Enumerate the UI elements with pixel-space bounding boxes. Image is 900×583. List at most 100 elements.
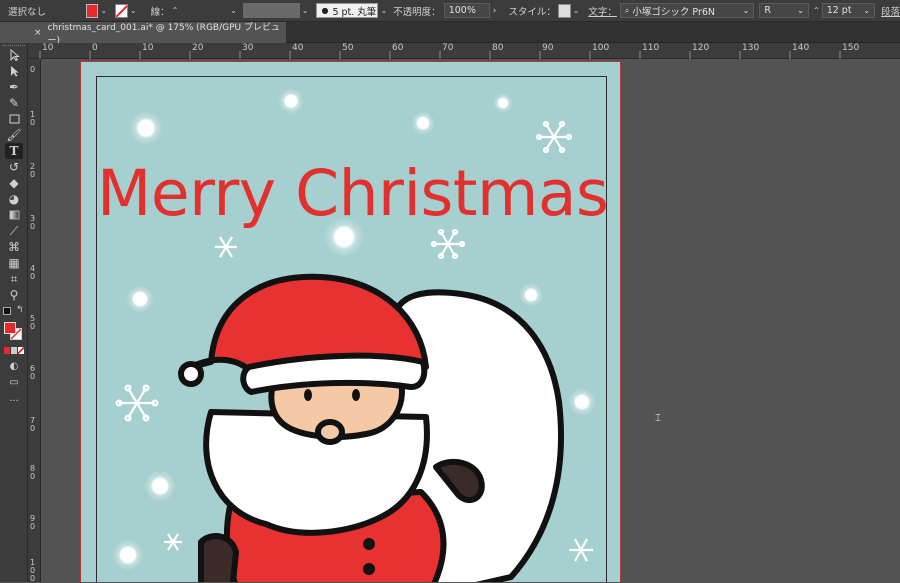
font-family-field[interactable]: ⌕ 小塚ゴシック Pr6N ⌄: [619, 3, 755, 18]
santa-glove-left: [198, 533, 239, 582]
document-title: christmas_card_001.ai* @ 175% (RGB/GPU プ…: [47, 22, 280, 46]
font-size-value: 12 pt: [826, 5, 852, 16]
profile-dropdown-icon[interactable]: ⌄: [302, 6, 309, 15]
ruler-label: 90: [542, 43, 554, 53]
brush-dropdown-icon[interactable]: ⌄: [380, 6, 387, 15]
eyedropper-tool-icon[interactable]: ⟋: [5, 223, 23, 239]
chevron-down-icon: ⌄: [863, 6, 870, 15]
ruler-label: 40: [292, 43, 304, 53]
default-colors-icon[interactable]: [3, 307, 11, 315]
chevron-down-icon: ⌄: [742, 6, 750, 15]
horizontal-ruler[interactable]: 10 0 10 20 30 40 50 60 70 80 90 100 110 …: [28, 43, 900, 59]
chevron-down-icon: ⌄: [797, 6, 804, 15]
eraser-tool-icon[interactable]: ◆: [5, 175, 23, 191]
font-style-field[interactable]: R ⌄: [759, 3, 809, 18]
santa-nose: [315, 419, 345, 445]
curvature-tool-icon[interactable]: ✎: [5, 95, 23, 111]
ruler-label: 0: [30, 65, 36, 74]
paragraph-label[interactable]: 段落: [881, 4, 900, 18]
ruler-label: 7 0: [30, 416, 36, 433]
opacity-label: 不透明度：: [393, 6, 441, 18]
rotate-tool-icon[interactable]: ↺: [5, 159, 23, 175]
style-label: スタイル：: [508, 6, 556, 18]
santa-illustration[interactable]: [81, 62, 622, 582]
stroke-dropdown-icon[interactable]: ⌄: [130, 6, 137, 15]
ruler-label: 10: [142, 43, 154, 53]
type-tool-icon[interactable]: T: [5, 143, 23, 159]
selection-tool-icon[interactable]: [5, 47, 23, 63]
artboard[interactable]: Merry Christmas: [80, 61, 621, 582]
pen-tool-icon[interactable]: ✒: [5, 79, 23, 95]
ruler-label: 2 0: [30, 162, 36, 179]
symbol-sprayer-tool-icon[interactable]: ▦: [5, 255, 23, 271]
ruler-label: 9 0: [30, 514, 36, 531]
stroke-weight-field[interactable]: [180, 3, 229, 18]
font-size-stepper-icon[interactable]: ⌃: [813, 6, 820, 15]
blend-tool-icon[interactable]: ⌘: [5, 239, 23, 255]
ruler-label: 140: [792, 43, 810, 53]
document-tab-bar: × christmas_card_001.ai* @ 175% (RGB/GPU…: [28, 22, 900, 46]
fill-dropdown-icon[interactable]: ⌄: [100, 6, 107, 15]
ruler-label: 1 0 0: [30, 558, 36, 583]
font-size-field[interactable]: 12 pt ⌄: [821, 3, 875, 18]
fill-swatch[interactable]: [4, 322, 16, 334]
brush-definition[interactable]: ● 5 pt. 丸筆: [316, 3, 379, 18]
ruler-label: 5 0: [30, 314, 36, 331]
graphic-style-swatch[interactable]: [557, 3, 571, 18]
stroke-color-swatch[interactable]: [115, 3, 128, 18]
vertical-ruler[interactable]: 0 1 0 2 0 3 0 4 0 5 0 6 0 7 0 8 0 9 0 1 …: [28, 59, 41, 583]
ruler-label: 6 0: [30, 364, 36, 381]
artboard-tool-icon[interactable]: ⌗: [5, 271, 23, 287]
ruler-label: 150: [842, 43, 860, 53]
screen-mode-icon[interactable]: ▭: [5, 375, 23, 391]
ruler-label: 10: [42, 43, 54, 53]
drawing-mode-icon[interactable]: ◐: [5, 359, 23, 375]
horizontal-ruler-ticks: [39, 51, 841, 59]
ruler-label: 4 0: [30, 264, 36, 281]
more-tools-icon[interactable]: ···: [5, 394, 23, 410]
ruler-label: 70: [442, 43, 454, 53]
ruler-label: 80: [492, 43, 504, 53]
hat-pompom: [178, 361, 204, 387]
document-tab[interactable]: × christmas_card_001.ai* @ 175% (RGB/GPU…: [28, 22, 286, 46]
variable-width-profile[interactable]: [242, 3, 300, 18]
ruler-label: 100: [592, 43, 610, 53]
character-label[interactable]: 文字：: [588, 4, 617, 18]
direct-selection-tool-icon[interactable]: [5, 63, 23, 79]
selection-status: 選択なし: [8, 6, 47, 18]
ruler-label: 60: [392, 43, 404, 53]
font-style-value: R: [764, 5, 771, 16]
ruler-label: 3 0: [30, 214, 36, 231]
ruler-label: 30: [242, 43, 254, 53]
ruler-label: 120: [692, 43, 710, 53]
ruler-label: 8 0: [30, 464, 36, 481]
paintbrush-tool-icon[interactable]: 🖌: [5, 127, 23, 143]
canvas[interactable]: Merry Christmas ⌶: [41, 59, 900, 582]
style-dropdown-icon[interactable]: ⌄: [573, 6, 580, 15]
zoom-tool-icon[interactable]: ⚲: [5, 287, 23, 303]
shape-builder-tool-icon[interactable]: ◕: [5, 191, 23, 207]
ruler-label: 0: [92, 43, 98, 53]
gradient-tool-icon[interactable]: [5, 207, 23, 223]
opacity-arrow-icon[interactable]: ›: [493, 6, 497, 16]
opacity-value: 100%: [448, 5, 476, 16]
opacity-field[interactable]: 100%: [443, 3, 490, 18]
close-icon[interactable]: ×: [34, 28, 42, 38]
swap-colors-icon[interactable]: ↰: [16, 305, 24, 315]
ruler-label: 50: [342, 43, 354, 53]
ruler-label: 1 0: [30, 110, 36, 127]
stroke-weight-stepper-icon[interactable]: ⌃: [172, 6, 179, 15]
rectangle-tool-icon[interactable]: [5, 111, 23, 127]
stroke-weight-dropdown-icon[interactable]: ⌄: [230, 6, 237, 15]
type-cursor-icon: ⌶: [655, 413, 661, 424]
search-icon: ⌕: [624, 5, 630, 15]
ruler-label: 110: [642, 43, 660, 53]
color-mode-icon[interactable]: [4, 347, 24, 354]
brush-label: 5 pt. 丸筆: [332, 6, 377, 18]
stroke-label: 線：: [150, 6, 170, 18]
font-family-value: 小塚ゴシック Pr6N: [632, 6, 716, 18]
ruler-label: 130: [742, 43, 760, 53]
fill-color-swatch[interactable]: [85, 3, 99, 18]
tools-panel: ✒ ✎ 🖌 T ↺ ◆ ◕ ⟋ ⌘ ▦ ⌗ ⚲ ↰ ◐ ▭ ···: [0, 43, 28, 582]
brush-dot-icon: ●: [321, 6, 329, 15]
